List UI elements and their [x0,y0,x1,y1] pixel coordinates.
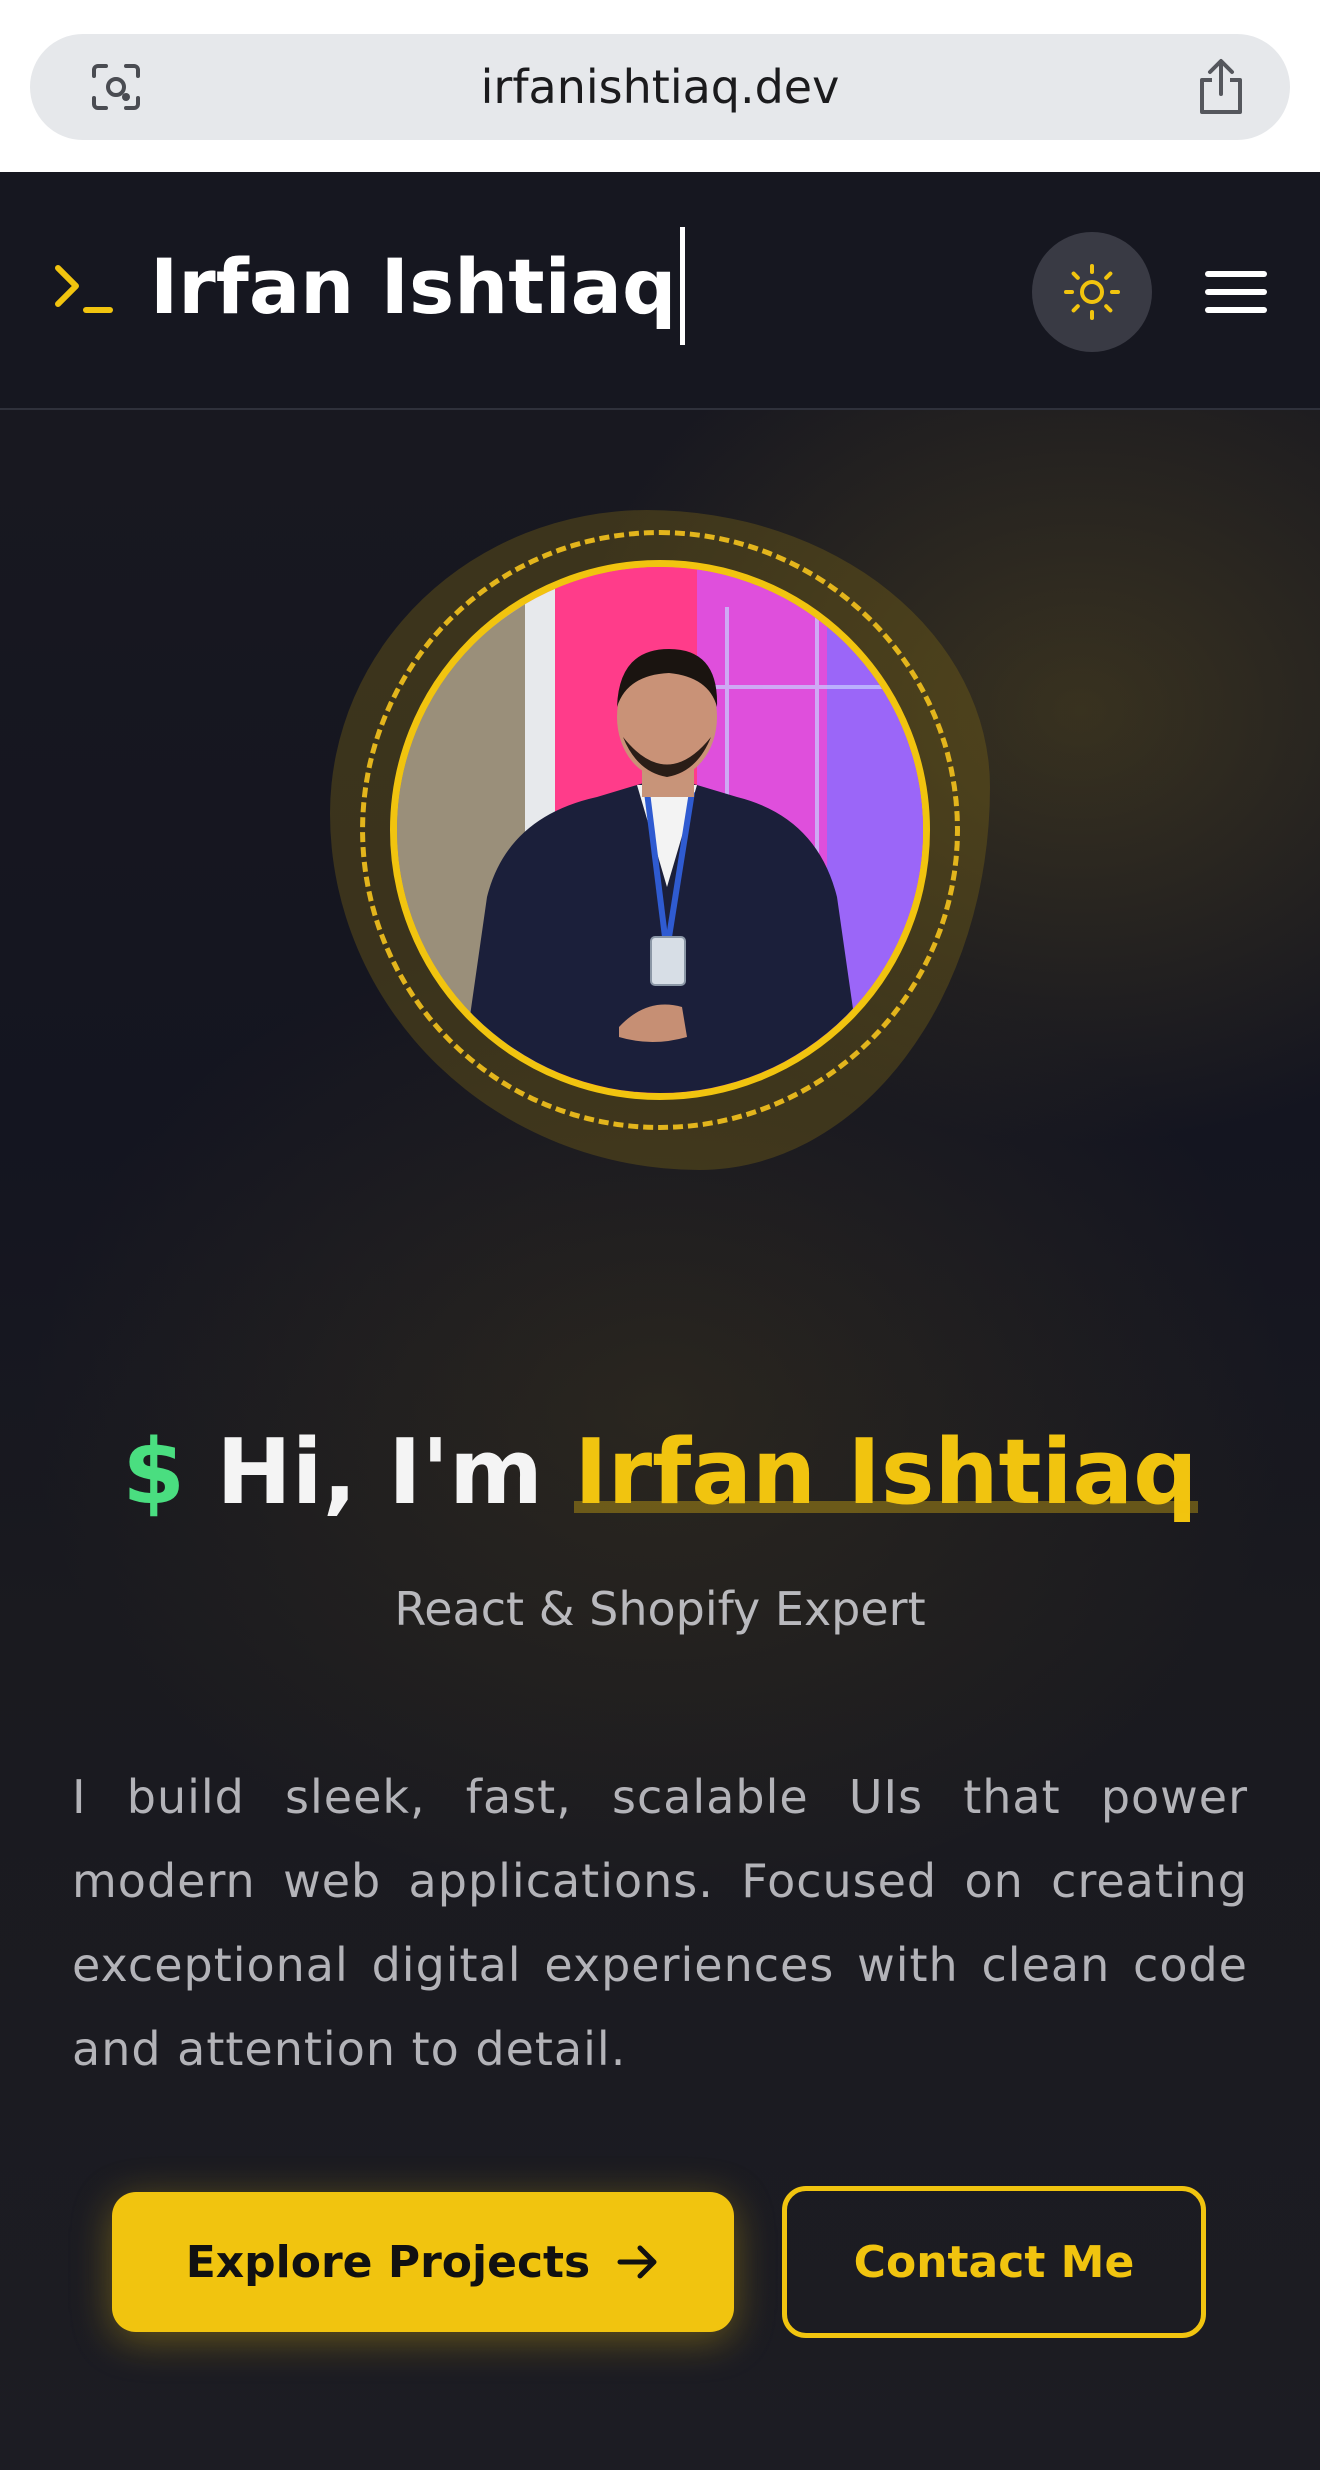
hamburger-menu-icon[interactable] [1200,262,1272,322]
browser-toolbar: irfanishtiaq.dev [0,0,1320,172]
contact-me-button[interactable]: Contact Me [782,2186,1206,2338]
hero-bio: I build sleek, fast, scalable UIs that p… [72,1770,1248,2076]
avatar-container [320,500,1000,1180]
headline-prompt-symbol: $ [122,1420,186,1525]
terminal-prompt-icon [55,265,113,313]
hero-section: $ Hi, I'm Irfan Ishtiaq React & Shopify … [0,410,1320,2470]
headline-greeting: Hi, I'm [216,1420,543,1525]
arrow-right-icon [617,2245,657,2279]
sun-icon [1064,264,1120,320]
share-icon[interactable] [1194,58,1248,116]
url-text[interactable]: irfanishtiaq.dev [30,34,1290,140]
profile-photo-illustration [397,567,923,1093]
explore-projects-button[interactable]: Explore Projects [112,2192,734,2332]
address-bar[interactable]: irfanishtiaq.dev [30,34,1290,140]
profile-photo [390,560,930,1100]
explore-projects-label: Explore Projects [185,2236,591,2288]
hero-subtitle: React & Shopify Expert [394,1582,926,1636]
headline-name: Irfan Ishtiaq [574,1420,1198,1525]
hero-headline: $ Hi, I'm Irfan Ishtiaq [0,1420,1320,1525]
brand-name: Irfan Ishtiaq [150,242,677,331]
theme-toggle-button[interactable] [1032,232,1152,352]
typing-cursor [680,227,686,345]
site-header: Irfan Ishtiaq [0,172,1320,410]
site-brand[interactable]: Irfan Ishtiaq [150,227,686,345]
